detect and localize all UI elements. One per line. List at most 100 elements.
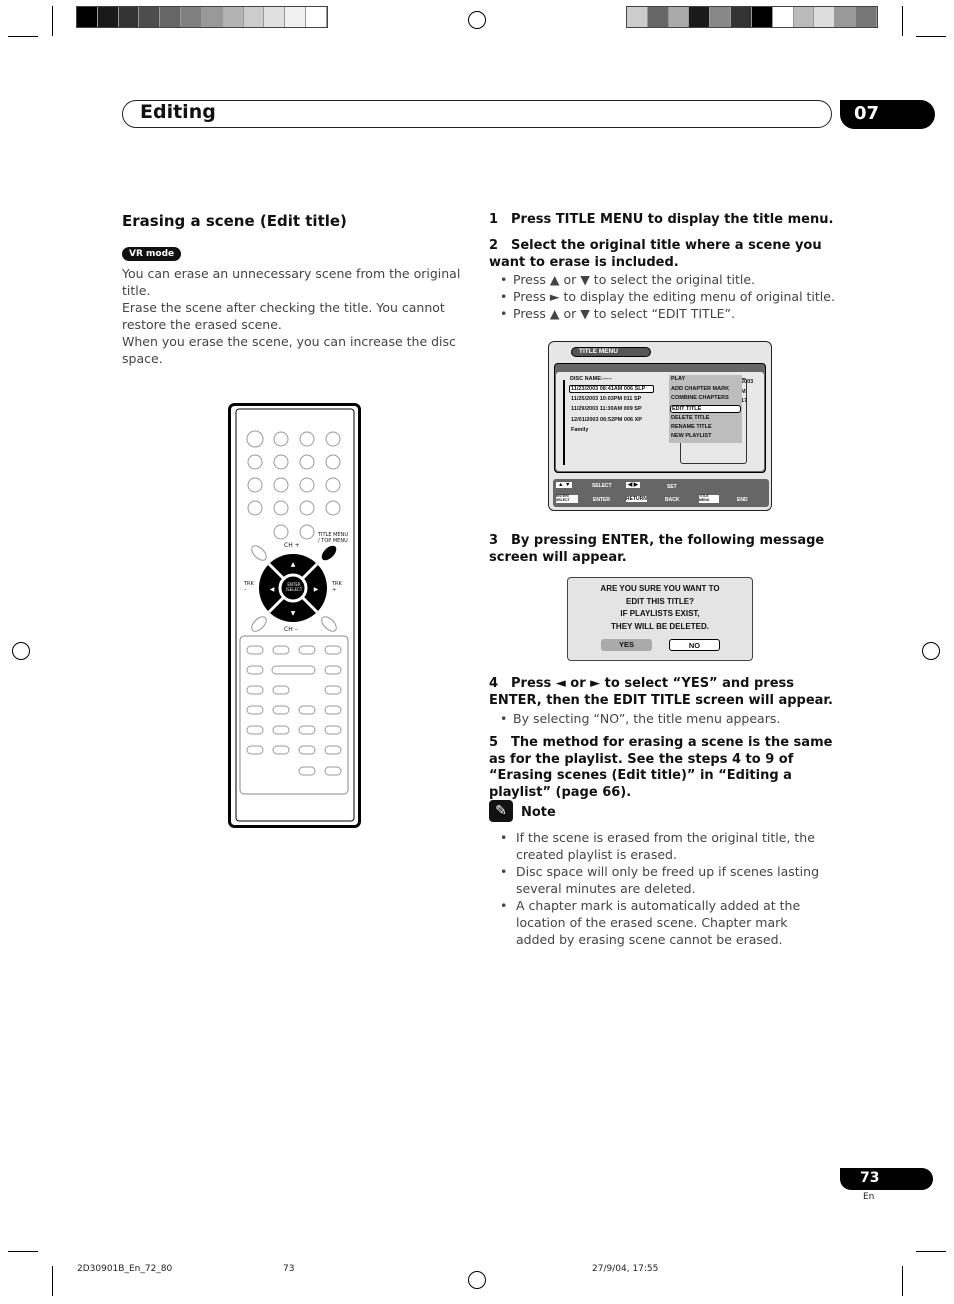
bullet-item: Press ▲ or ▼ to select “EDIT TITLE”. <box>500 305 840 322</box>
vr-mode-badge: VR mode <box>122 247 182 261</box>
remote-button <box>272 725 290 735</box>
color-swatch <box>243 7 265 27</box>
step-text: The method for erasing a scene is the sa… <box>489 735 833 800</box>
note-item: If the scene is erased from the original… <box>500 829 830 863</box>
color-swatch <box>731 7 752 27</box>
bullet-item: Press ▲ or ▼ to select the original titl… <box>500 271 840 288</box>
crop-mark <box>916 1251 946 1252</box>
footer-date: 27/9/04, 17:55 <box>592 1264 659 1274</box>
menu-item-edit-title[interactable]: EDIT TITLE <box>670 405 741 413</box>
remote-button <box>273 431 289 447</box>
remote-button <box>246 745 264 755</box>
crop-mark <box>8 1251 38 1252</box>
menu-item-rename-title[interactable]: RENAME TITLE <box>671 424 712 430</box>
remote-button <box>246 725 264 735</box>
step-number: 1 <box>489 212 499 227</box>
crop-mark <box>52 6 53 36</box>
pencil-note-icon: ✎ <box>489 800 513 822</box>
title-row[interactable]: Family <box>571 427 588 433</box>
guide-end: END <box>737 497 748 503</box>
step-number: 4 <box>489 676 499 691</box>
dpad-arrow-icon: ▲ <box>291 561 296 568</box>
header-bar <box>122 100 832 128</box>
crop-mark <box>902 1266 903 1296</box>
step-2-bullets: Press ▲ or ▼ to select the original titl… <box>500 271 840 322</box>
remote-button <box>272 685 290 695</box>
step-text: By pressing ENTER, the following message… <box>489 533 825 565</box>
dpad-arrow-icon: ◀ <box>270 586 275 593</box>
remote-button <box>324 645 342 655</box>
remote-button <box>298 766 316 776</box>
remote-button <box>272 705 290 715</box>
page-number: 73 <box>840 1168 933 1190</box>
remote-button <box>246 685 264 695</box>
note-item: A chapter mark is automatically added at… <box>500 897 830 948</box>
footer-code: 2D30901B_En_72_80 <box>77 1264 173 1274</box>
step-1: 1 Press TITLE MENU to display the title m… <box>489 212 834 229</box>
bullet-item: By selecting “NO”, the title menu appear… <box>500 710 840 727</box>
color-swatch <box>222 7 244 27</box>
footer-page: 73 <box>283 1264 295 1274</box>
intro-paragraph: When you erase the scene, you can increa… <box>122 334 456 366</box>
color-swatch <box>772 7 794 27</box>
title-row[interactable]: 11/25/2003 10:03PM 011 SP <box>571 396 641 402</box>
color-bar-right <box>626 6 878 28</box>
crop-mark <box>8 36 38 37</box>
remote-button <box>247 500 263 516</box>
title-menu-screen: TITLE MENU DISC NAME:----- 11/23/2003 08… <box>548 341 772 511</box>
language-code: En <box>863 1192 875 1202</box>
step-5: 5 The method for erasing a scene is the s… <box>489 735 834 801</box>
color-swatch <box>139 7 161 27</box>
remote-button <box>246 705 264 715</box>
remote-title-menu-label: TITLE MENU / TOP MENU <box>318 532 348 544</box>
menu-item-add-chapter-mark[interactable]: ADD CHAPTER MARK <box>671 386 729 392</box>
remote-button <box>299 477 315 493</box>
registration-mark <box>468 11 486 29</box>
step-number: 5 <box>489 735 499 750</box>
step-number: 2 <box>489 238 499 253</box>
remote-trk-plus-label: TRK + <box>332 581 342 593</box>
step-text: Select the original title where a scene … <box>489 238 822 270</box>
guide-back: BACK <box>665 497 680 503</box>
intro-paragraph: Erase the scene after checking the title… <box>122 300 445 332</box>
color-bar-left <box>76 6 328 28</box>
color-swatch <box>793 7 815 27</box>
step-4-bullets: By selecting “NO”, the title menu appear… <box>500 710 840 727</box>
color-swatch <box>201 7 223 27</box>
remote-button <box>246 645 264 655</box>
registration-mark <box>922 642 940 660</box>
note-list: If the scene is erased from the original… <box>500 829 830 948</box>
menu-item-new-playlist[interactable]: NEW PLAYLIST <box>671 433 711 439</box>
no-button[interactable]: NO <box>669 639 720 651</box>
menu-item-play[interactable]: PLAY <box>671 376 685 382</box>
chapter-number: 07 <box>840 100 935 129</box>
remote-ch-plus-label: CH + <box>284 542 300 549</box>
dpad-arrow-icon: ▶ <box>314 586 319 593</box>
crop-mark <box>52 1266 53 1296</box>
remote-button <box>271 665 316 675</box>
remote-button <box>273 500 289 516</box>
step-4: 4 Press ◄ or ► to select “YES” and press … <box>489 676 834 709</box>
remote-button <box>272 645 290 655</box>
color-swatch <box>856 7 877 27</box>
menu-item-combine-chapters[interactable]: COMBINE CHAPTERS <box>671 395 729 401</box>
guide-set: SET <box>667 484 677 490</box>
note-item: Disc space will only be freed up if scen… <box>500 863 830 897</box>
remote-button <box>325 500 341 516</box>
bullet-item: Press ► to display the editing menu of o… <box>500 288 840 305</box>
remote-button <box>272 745 290 755</box>
step-2: 2 Select the original title where a scene… <box>489 238 834 271</box>
scroll-bar[interactable] <box>563 380 565 465</box>
title-row-selected[interactable]: 11/23/2003 08:41AM 006 SLP <box>569 385 655 393</box>
step-number: 3 <box>489 533 499 548</box>
yes-button[interactable]: YES <box>601 639 652 651</box>
remote-button <box>324 766 342 776</box>
menu-item-delete-title[interactable]: DELETE TITLE <box>671 415 710 421</box>
remote-button <box>325 454 341 470</box>
color-swatch <box>751 7 773 27</box>
dialog-line: IF PLAYLISTS EXIST, <box>620 609 700 618</box>
guide-select: SELECT <box>592 483 612 489</box>
title-row[interactable]: 11/29/2003 11:30AM 009 SP <box>571 406 642 412</box>
section-title: Erasing a scene (Edit title) <box>122 212 347 230</box>
title-row[interactable]: 12/01/2003 06:52PM 006 XP <box>571 417 642 423</box>
